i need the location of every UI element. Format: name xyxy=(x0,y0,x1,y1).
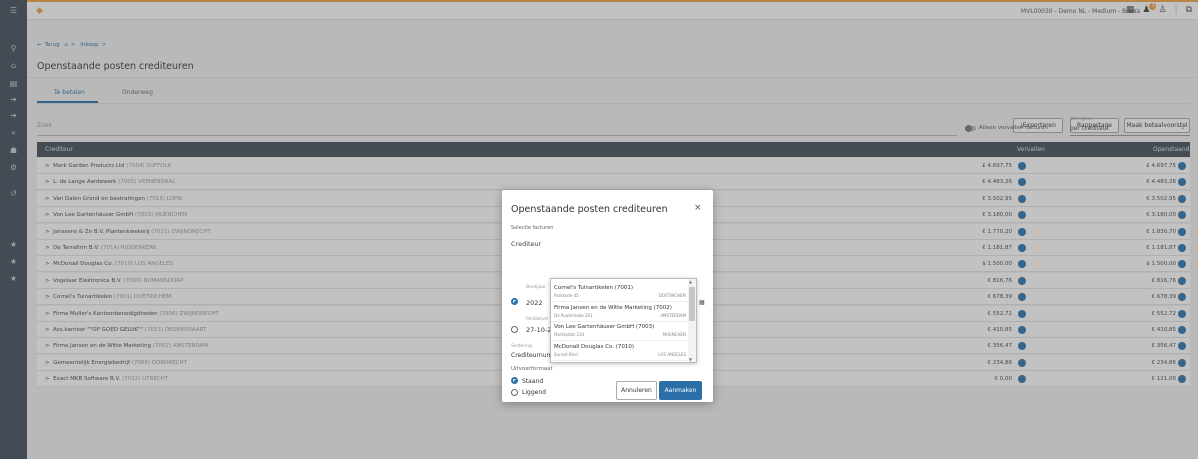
option-city: AMSTERDAM xyxy=(660,312,686,318)
boekjaar-radio[interactable] xyxy=(511,298,518,305)
scroll-down-icon[interactable]: ▼ xyxy=(689,357,692,362)
calendar-icon[interactable]: ▦ xyxy=(699,299,705,306)
boekjaar-value: 2022 xyxy=(526,299,543,307)
dropdown-option[interactable]: Ass.kantoor ""OP GOED GELUK"" (7013)Verz… xyxy=(551,360,689,362)
option-name: McDonall Douglas Co. (7010) xyxy=(554,343,635,350)
option-address: De Ruyterkade 201 xyxy=(554,312,593,318)
uitvoer-label: Uitvoerformaat xyxy=(511,366,553,372)
dropdown-scrollbar[interactable]: ▲ ▼ xyxy=(688,279,696,362)
staand-label: Staand xyxy=(522,378,544,385)
sortering-label: Sortering xyxy=(511,344,532,349)
option-address: Sunset Blvd xyxy=(554,351,578,357)
dropdown-option[interactable]: Von Lee Gartenhäuser GmbH (7003) Marktpla… xyxy=(551,321,689,341)
option-name: Cornel's Tuinartikelen (7001) xyxy=(554,285,634,291)
boekjaar-label: Boekjaar xyxy=(526,285,546,290)
scroll-up-icon[interactable]: ▲ xyxy=(689,279,692,284)
option-city: LOS ANGELES xyxy=(658,351,686,357)
dropdown-option[interactable]: Firma Jansen en de Witte Marketing (7002… xyxy=(551,302,689,322)
close-icon[interactable]: × xyxy=(694,203,702,213)
option-name: Firma Jansen en de Witte Marketing (7002… xyxy=(554,304,672,311)
report-modal: Openstaande posten crediteuren × Selecti… xyxy=(502,190,713,402)
option-city: DOETINCHEM xyxy=(658,293,686,298)
dropdown-option[interactable]: Cornel's Tuinartikelen (7001) Parkkade 45… xyxy=(551,282,689,302)
modal-title: Openstaande posten crediteuren xyxy=(511,204,668,215)
option-name: Von Lee Gartenhäuser GmbH (7003) xyxy=(554,324,655,330)
cancel-button[interactable]: Annuleren xyxy=(616,381,657,400)
scroll-thumb[interactable] xyxy=(689,287,695,321)
create-button[interactable]: Aanmaken xyxy=(659,381,702,400)
liggend-label: Liggend xyxy=(522,389,546,396)
modal-subtitle: Selectie facturen xyxy=(511,225,554,231)
option-address: Parkkade 45 xyxy=(554,293,579,298)
dropdown-option[interactable]: McDonall Douglas Co. (7010) Sunset Blvd LO… xyxy=(551,341,689,361)
crediteur-label: Crediteur xyxy=(511,240,542,248)
peildatum-radio[interactable] xyxy=(511,326,518,333)
option-address: Marktplatz 234 xyxy=(554,332,585,337)
option-city: MUENCHEN xyxy=(662,332,686,337)
peildatum-label: Peildatum xyxy=(526,317,549,322)
liggend-radio[interactable] xyxy=(511,389,518,396)
crediteur-dropdown[interactable]: Cornel's Tuinartikelen (7001) Parkkade 45… xyxy=(550,278,697,363)
staand-radio[interactable] xyxy=(511,377,518,384)
